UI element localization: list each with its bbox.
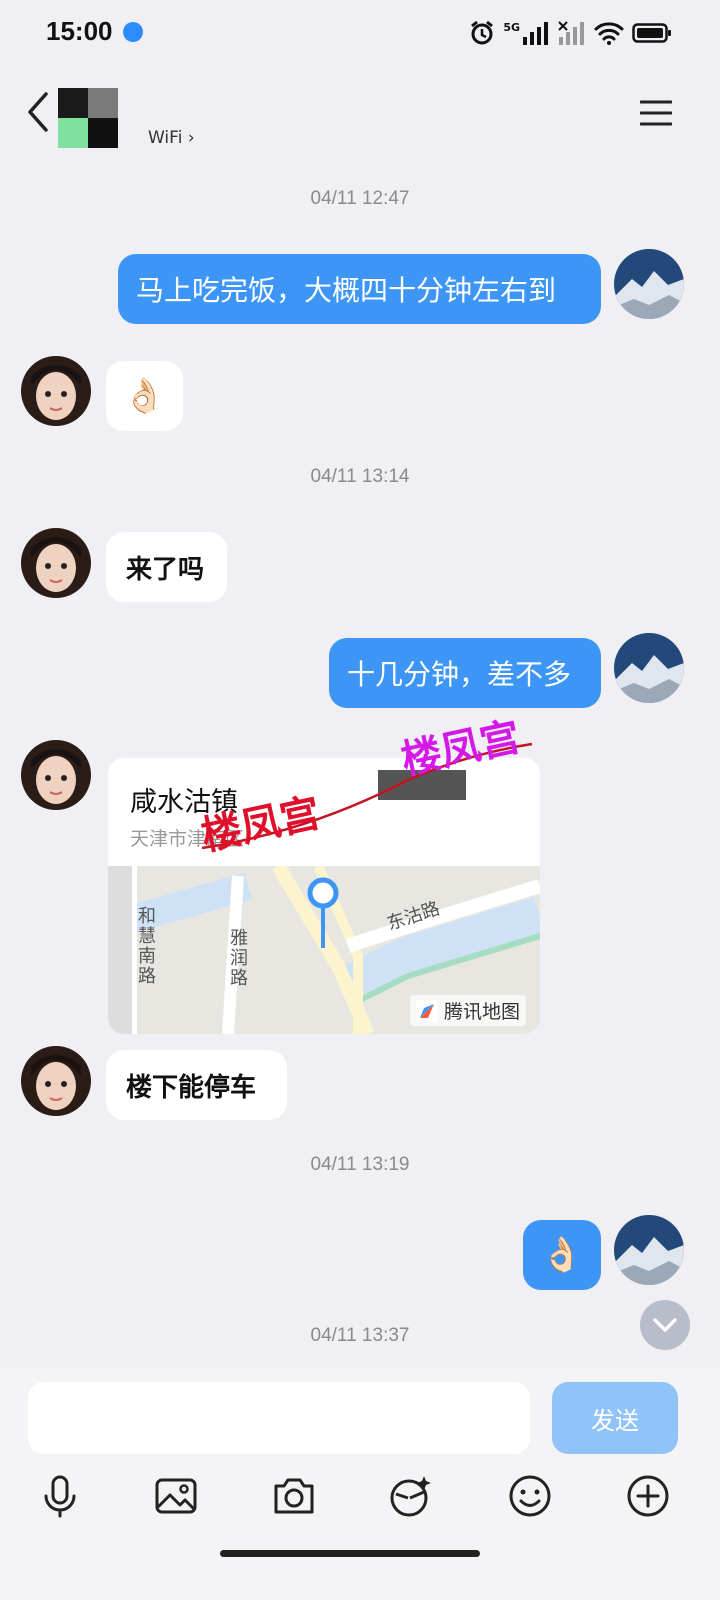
map-brand: 腾讯地图 xyxy=(409,995,526,1026)
map-brand-label: 腾讯地图 xyxy=(443,1001,520,1023)
message-text: 楼下能停车 xyxy=(126,1072,257,1103)
signal-weak-icon xyxy=(558,21,584,45)
my-avatar[interactable] xyxy=(614,1215,684,1285)
status-icons: 5G xyxy=(469,18,672,48)
alarm-icon xyxy=(471,20,494,45)
contact-status-label: WiFi xyxy=(148,128,183,148)
map-preview[interactable]: 和慧南路 雅润路 东沽路 腾讯地图 xyxy=(108,862,540,1034)
image-icon[interactable] xyxy=(152,1472,200,1520)
notification-dot-icon xyxy=(123,22,143,42)
home-indicator[interactable] xyxy=(220,1550,480,1557)
contact-avatar-photo[interactable] xyxy=(21,356,91,426)
my-avatar[interactable] xyxy=(614,249,684,319)
input-toolbar xyxy=(0,1472,720,1522)
map-road-label: 和慧南路 xyxy=(135,906,156,986)
ok-emoji: 👌🏻 xyxy=(540,1235,584,1275)
camera-icon[interactable] xyxy=(270,1472,318,1520)
message-timestamp: 04/11 13:14 xyxy=(310,466,410,487)
incoming-message[interactable]: 楼下能停车 xyxy=(106,1050,287,1120)
emoji-icon[interactable] xyxy=(506,1472,554,1520)
contact-avatar-photo[interactable] xyxy=(21,740,91,810)
outgoing-message[interactable]: 👌🏻 xyxy=(523,1220,601,1290)
status-time: 15:00 xyxy=(46,16,113,46)
outgoing-message[interactable]: 十几分钟，差不多 xyxy=(329,638,601,708)
input-area: 发送 xyxy=(0,1368,720,1600)
map-pin-icon xyxy=(307,877,339,948)
contact-avatar-photo[interactable] xyxy=(21,528,91,598)
outgoing-message[interactable]: 马上吃完饭，大概四十分钟左右到 xyxy=(118,254,601,324)
ok-emoji: 👌🏻 xyxy=(123,376,166,416)
message-input[interactable] xyxy=(28,1382,530,1454)
plus-icon[interactable] xyxy=(624,1472,672,1520)
status-bar: 15:00 5G xyxy=(0,0,720,66)
message-timestamp: 04/11 13:19 xyxy=(310,1154,410,1175)
message-timestamp: 04/11 13:37 xyxy=(310,1325,410,1346)
message-text: 来了吗 xyxy=(126,554,205,585)
message-text: 十几分钟，差不多 xyxy=(347,658,572,691)
battery-icon xyxy=(632,23,671,43)
back-icon[interactable] xyxy=(24,90,54,134)
contact-status[interactable]: WiFi › xyxy=(148,128,195,148)
message-text: 马上吃完饭，大概四十分钟左右到 xyxy=(136,274,557,307)
wifi-icon xyxy=(594,22,624,45)
network-label: 5G xyxy=(503,20,520,34)
signal-icon xyxy=(523,22,548,45)
chevron-right-icon: › xyxy=(187,128,195,148)
incoming-message[interactable]: 来了吗 xyxy=(106,532,227,602)
contact-avatar-photo[interactable] xyxy=(21,1046,91,1116)
send-button[interactable]: 发送 xyxy=(552,1382,678,1454)
sticker-icon[interactable] xyxy=(386,1472,434,1520)
mic-icon[interactable] xyxy=(36,1472,84,1520)
incoming-message[interactable]: 👌🏻 xyxy=(106,361,183,431)
my-avatar[interactable] xyxy=(614,633,684,703)
chat-header: WiFi › xyxy=(0,66,720,162)
contact-avatar[interactable] xyxy=(58,88,118,148)
tencent-map-icon xyxy=(415,999,438,1022)
map-road-label: 雅润路 xyxy=(227,928,248,988)
menu-icon[interactable] xyxy=(640,100,672,126)
send-button-label: 发送 xyxy=(591,1406,639,1435)
message-timestamp: 04/11 12:47 xyxy=(310,188,410,209)
